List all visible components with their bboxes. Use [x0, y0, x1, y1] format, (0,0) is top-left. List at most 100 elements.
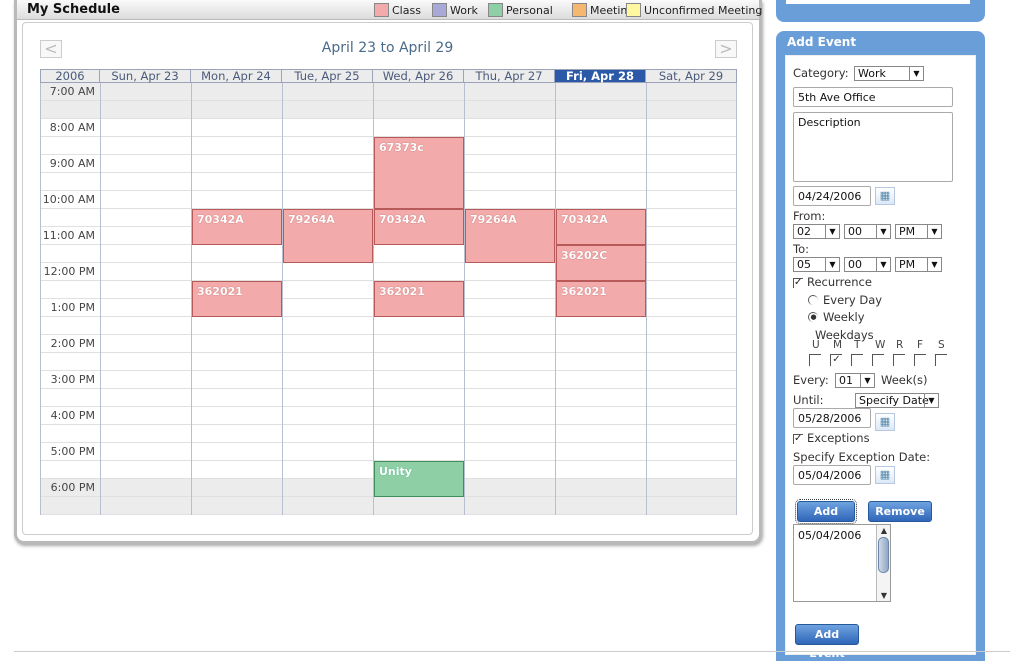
weekday-letter: F: [917, 339, 924, 351]
grid-row: [40, 119, 737, 137]
chevron-down-icon: ▼: [876, 258, 890, 271]
legend-item-meeting: Meeting: [572, 3, 634, 17]
from-hour-value: 02: [797, 225, 811, 238]
from-minute-select[interactable]: 00 ▼: [844, 224, 891, 239]
legend-label: Class: [392, 4, 421, 17]
every-select[interactable]: 01 ▼: [835, 373, 875, 388]
add-event-panel: Add Event Category: Work ▼ 5th Ave Office…: [776, 31, 985, 661]
event-block[interactable]: 362021: [374, 281, 464, 317]
legend-item-class: Class: [374, 3, 421, 17]
grid-vline: [736, 83, 737, 515]
day-header[interactable]: Wed, Apr 26: [373, 69, 464, 83]
chevron-up-icon[interactable]: ▲: [878, 526, 890, 535]
event-block[interactable]: 67373c: [374, 137, 464, 209]
weekday-letter: T: [854, 339, 861, 351]
event-block[interactable]: 79264A: [465, 209, 555, 263]
weekday-checkbox[interactable]: [809, 354, 821, 366]
weekday-letter: S: [938, 339, 945, 351]
exception-date-input[interactable]: 05/04/2006: [793, 465, 871, 485]
legend-item-work: Work: [432, 3, 478, 17]
day-header[interactable]: Fri, Apr 28: [555, 69, 646, 83]
list-item[interactable]: 05/04/2006: [798, 529, 861, 542]
event-block[interactable]: 70342A: [192, 209, 282, 245]
chevron-down-icon: ▼: [927, 258, 941, 271]
event-block[interactable]: 36202C: [556, 245, 646, 281]
legend-label: Personal: [506, 4, 553, 17]
weekday-checkbox[interactable]: [851, 354, 863, 366]
event-block[interactable]: 79264A: [283, 209, 373, 263]
event-date-input[interactable]: 04/24/2006: [793, 186, 871, 206]
calendar-icon[interactable]: ▦: [875, 413, 895, 431]
hour-label: 8:00 AM: [49, 121, 95, 134]
until-label: Until:: [793, 393, 824, 407]
weekday-checkbox[interactable]: [914, 354, 926, 366]
grid-row: [40, 389, 737, 407]
weekday-letter: R: [896, 339, 904, 351]
legend-label: Work: [450, 4, 478, 17]
weekly-radio[interactable]: ●: [808, 312, 818, 322]
day-header[interactable]: Mon, Apr 24: [191, 69, 282, 83]
from-hour-select[interactable]: 02 ▼: [793, 224, 840, 239]
hour-label: 6:00 PM: [50, 481, 95, 494]
every-value: 01: [839, 374, 853, 387]
hour-label: 3:00 PM: [50, 373, 95, 386]
chevron-down-icon: ▼: [825, 258, 839, 271]
event-block[interactable]: 362021: [556, 281, 646, 317]
hour-label: 4:00 PM: [50, 409, 95, 422]
recurrence-checkbox[interactable]: ✓: [793, 278, 803, 288]
add-exception-button[interactable]: Add: [795, 499, 857, 524]
exception-list[interactable]: 05/04/2006 ▲ ▼: [793, 524, 891, 602]
weekday-checkbox[interactable]: [893, 354, 905, 366]
day-header[interactable]: Sat, Apr 29: [646, 69, 737, 83]
weekday-checkbox[interactable]: [935, 354, 947, 366]
scroll-thumb[interactable]: [878, 537, 889, 573]
next-week-button[interactable]: >: [715, 40, 737, 58]
remove-exception-button[interactable]: Remove: [868, 501, 932, 522]
to-ampm-select[interactable]: PM ▼: [895, 257, 942, 272]
day-header[interactable]: Thu, Apr 27: [464, 69, 555, 83]
to-minute-select[interactable]: 00 ▼: [844, 257, 891, 272]
description-input[interactable]: Description: [793, 112, 953, 182]
category-select[interactable]: Work ▼: [854, 66, 924, 81]
calendar-icon[interactable]: ▦: [875, 187, 895, 205]
weekday-checkbox[interactable]: [872, 354, 884, 366]
schedule-panel: My Schedule Class Work Personal Meeting Unco…: [14, 0, 762, 544]
event-block[interactable]: 70342A: [374, 209, 464, 245]
exceptions-checkbox[interactable]: ✓: [793, 434, 803, 444]
hour-label: 2:00 PM: [50, 337, 95, 350]
scrollbar[interactable]: ▲ ▼: [876, 525, 890, 601]
chevron-down-icon: ▼: [876, 225, 890, 238]
hour-label: 7:00 AM: [49, 85, 95, 98]
add-event-form: Category: Work ▼ 5th Ave Office Descripti…: [785, 55, 976, 660]
until-date-input[interactable]: 05/28/2006: [793, 408, 871, 428]
legend-swatch: [626, 3, 641, 17]
every-day-radio[interactable]: [808, 295, 818, 305]
grid-vline: [100, 83, 101, 515]
add-event-button[interactable]: Add Event: [795, 624, 859, 660]
calendar: < April 23 to April 29 > 2006 Sun, Apr 23…: [22, 22, 753, 535]
grid-row: [40, 83, 737, 101]
bottom-divider: [14, 651, 1010, 652]
chevron-down-icon: ▼: [825, 225, 839, 238]
hour-label: 5:00 PM: [50, 445, 95, 458]
legend-item-personal: Personal: [488, 3, 553, 17]
calendar-icon[interactable]: ▦: [875, 466, 895, 484]
from-ampm-select[interactable]: PM ▼: [895, 224, 942, 239]
event-block[interactable]: 362021: [192, 281, 282, 317]
category-value: Work: [858, 67, 886, 80]
day-header[interactable]: Tue, Apr 25: [282, 69, 373, 83]
day-header[interactable]: Sun, Apr 23: [100, 69, 191, 83]
event-block[interactable]: Unity: [374, 461, 464, 497]
until-select[interactable]: Specify Date ▼: [855, 393, 939, 408]
event-block[interactable]: 70342A: [556, 209, 646, 245]
location-input[interactable]: 5th Ave Office: [793, 87, 953, 107]
weekday-checkbox[interactable]: ✓: [830, 354, 842, 366]
chevron-down-icon[interactable]: ▼: [878, 591, 890, 600]
grid-row: [40, 407, 737, 425]
to-minute-value: 00: [848, 258, 862, 271]
hour-label: 1:00 PM: [50, 301, 95, 314]
chevron-down-icon: ▼: [927, 225, 941, 238]
grid-row: [40, 443, 737, 461]
from-label: From:: [793, 209, 826, 223]
to-hour-select[interactable]: 05 ▼: [793, 257, 840, 272]
